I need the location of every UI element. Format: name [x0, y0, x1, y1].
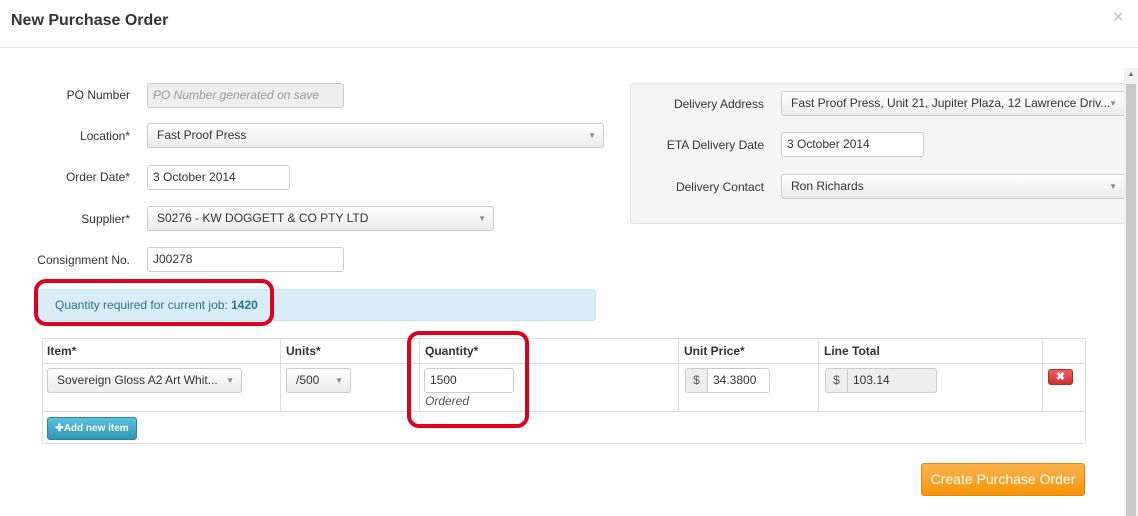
delete-row-button[interactable]: ✖ — [1048, 369, 1073, 385]
column-divider — [818, 339, 819, 412]
delivery-address-select[interactable]: Fast Proof Press, Unit 21, Jupiter Plaza… — [781, 91, 1124, 116]
supplier-label: Supplier* — [81, 212, 130, 226]
scroll-up-icon[interactable]: ▲ — [1124, 68, 1138, 82]
add-new-item-label: Add new item — [63, 423, 129, 434]
location-select[interactable]: Fast Proof Press ▼ — [147, 123, 604, 148]
chevron-down-icon: ▼ — [226, 376, 234, 385]
supplier-value: S0276 - KW DOGGETT & CO PTY LTD — [157, 211, 369, 225]
table-header-divider — [43, 363, 1085, 364]
create-purchase-order-button[interactable]: Create Purchase Order — [921, 463, 1085, 496]
currency-addon: $ — [685, 368, 707, 393]
modal-title: New Purchase Order — [11, 12, 169, 29]
chevron-down-icon: ▼ — [1109, 182, 1117, 191]
column-divider — [678, 339, 679, 412]
chevron-down-icon: ▼ — [588, 131, 596, 140]
chevron-down-icon: ▼ — [478, 214, 486, 223]
po-number-field[interactable]: PO Number generated on save — [147, 83, 344, 108]
delete-icon: ✖ — [1055, 371, 1066, 383]
column-header-line-total: Line Total — [824, 344, 880, 358]
column-divider — [1042, 339, 1043, 412]
item-select[interactable]: Sovereign Gloss A2 Art Whit... ▼ — [47, 368, 242, 393]
header-divider — [0, 47, 1138, 48]
delivery-address-label: Delivery Address — [673, 97, 764, 111]
column-header-units: Units* — [286, 344, 321, 358]
delivery-contact-select[interactable]: Ron Richards ▼ — [781, 174, 1124, 199]
order-date-field[interactable]: 3 October 2014 — [147, 165, 290, 190]
line-total-field: 103.14 — [847, 368, 937, 393]
eta-label: ETA Delivery Date — [666, 138, 764, 152]
chevron-down-icon: ▼ — [1109, 99, 1117, 108]
plus-icon: ✚ — [55, 423, 64, 434]
order-date-label: Order Date* — [65, 170, 130, 184]
units-value: /500 — [296, 373, 320, 387]
consignment-field[interactable]: J00278 — [147, 247, 344, 272]
highlight-ring-alert — [34, 279, 274, 326]
close-icon[interactable]: ✕ — [1112, 8, 1125, 26]
supplier-select[interactable]: S0276 - KW DOGGETT & CO PTY LTD ▼ — [147, 206, 494, 231]
po-number-label: PO Number — [66, 88, 130, 102]
highlight-ring-quantity — [407, 331, 529, 428]
unit-price-field[interactable]: 34.3800 — [707, 368, 770, 393]
location-value: Fast Proof Press — [157, 128, 247, 142]
location-label: Location* — [79, 129, 130, 143]
delivery-contact-label: Delivery Contact — [675, 180, 764, 194]
table-row-divider — [43, 411, 1085, 412]
chevron-down-icon: ▼ — [335, 376, 343, 385]
item-value: Sovereign Gloss A2 Art Whit... — [57, 373, 218, 387]
delivery-contact-value: Ron Richards — [791, 179, 864, 193]
units-select[interactable]: /500 ▼ — [286, 368, 351, 393]
consignment-label: Consignment No. — [37, 253, 130, 267]
delivery-address-value: Fast Proof Press, Unit 21, Jupiter Plaza… — [791, 96, 1111, 110]
column-header-item: Item* — [47, 344, 77, 358]
column-divider — [280, 339, 281, 412]
column-header-unit-price: Unit Price* — [684, 344, 745, 358]
add-new-item-button[interactable]: ✚Add new item — [47, 417, 137, 440]
currency-addon: $ — [825, 368, 847, 393]
eta-field[interactable]: 3 October 2014 — [781, 132, 924, 157]
scrollbar-thumb[interactable] — [1126, 84, 1136, 516]
